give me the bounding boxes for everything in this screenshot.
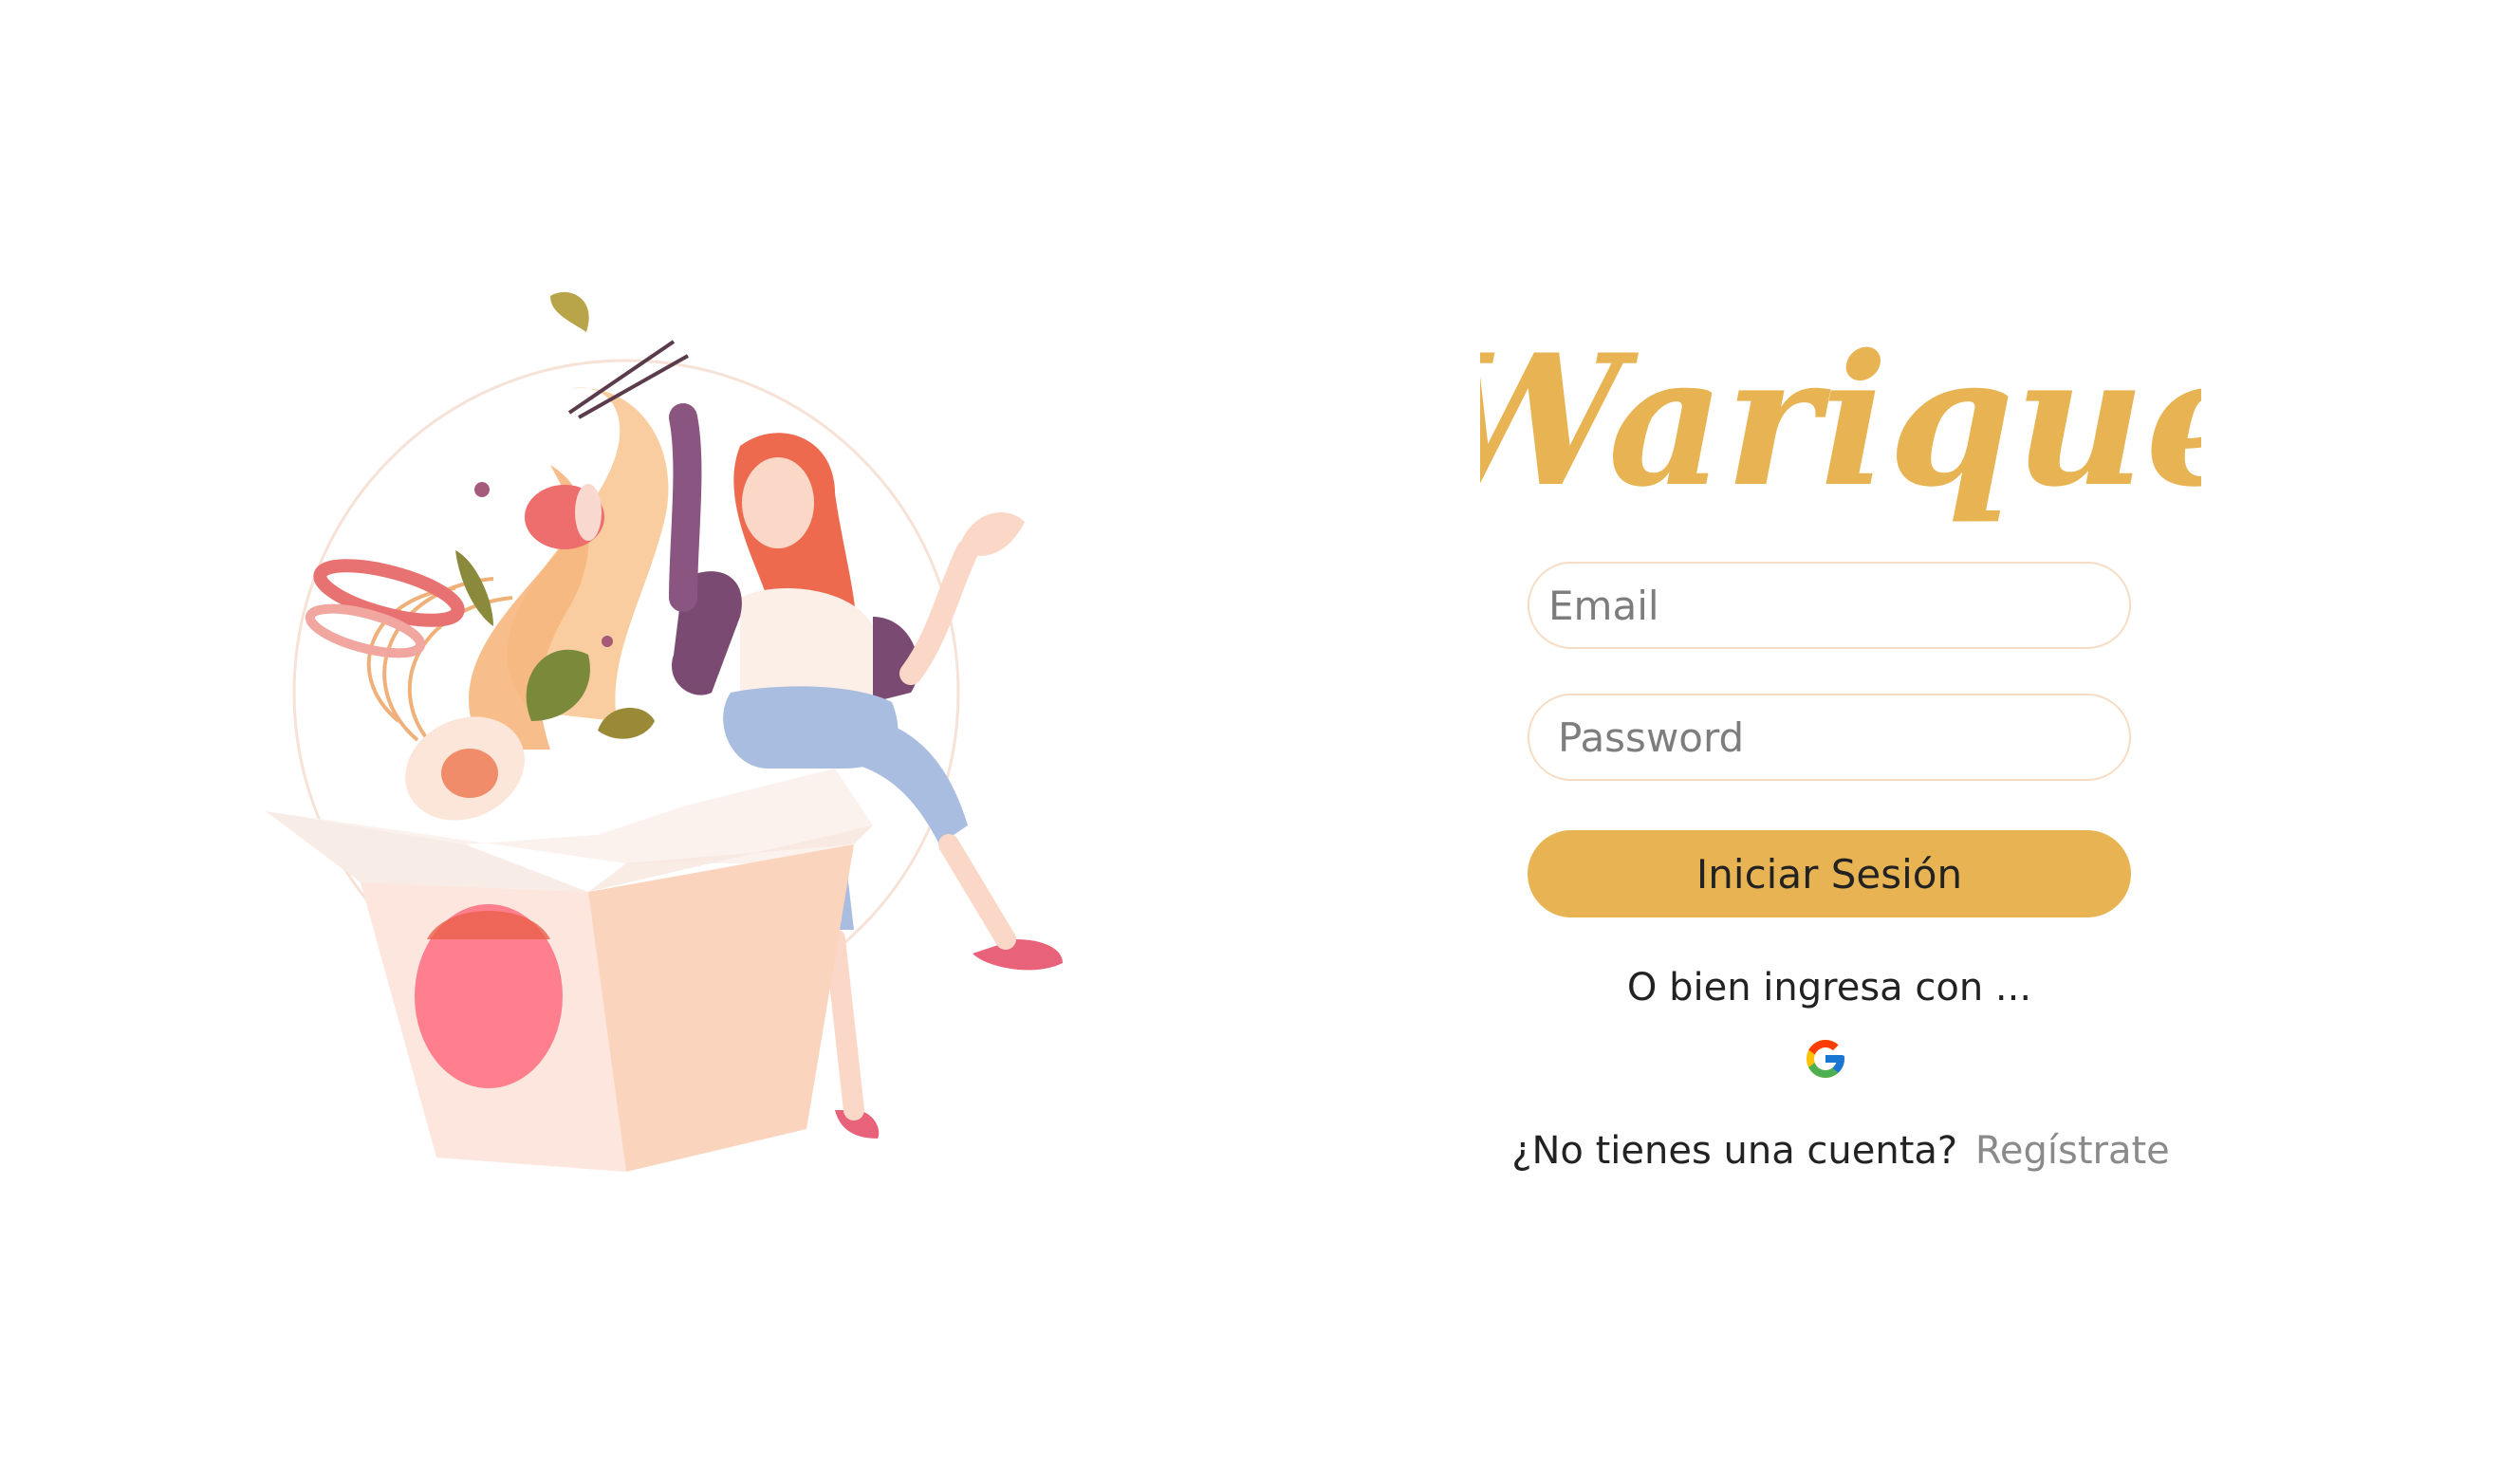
alt-login-text: O bien ingresa con ... <box>1626 966 2032 1010</box>
brand-logo-text: Warique <box>1480 315 2201 527</box>
password-input[interactable] <box>1556 713 2112 762</box>
signup-prompt: ¿No tienes una cuenta? <box>1511 1129 1958 1173</box>
brand-logo: Warique <box>1480 313 2201 550</box>
hero-illustration <box>152 275 1158 1186</box>
login-button[interactable]: Iniciar Sesión <box>1528 830 2131 917</box>
google-login-button[interactable] <box>1803 1036 1848 1082</box>
login-panel: Warique Iniciar Sesión O bien ingresa co… <box>1480 313 2201 1214</box>
email-field[interactable] <box>1528 562 2131 649</box>
signup-row: ¿No tienes una cuenta? Regístrate <box>1480 1129 2201 1173</box>
email-input[interactable] <box>1547 581 2112 630</box>
login-page: Warique Iniciar Sesión O bien ingresa co… <box>0 0 2520 1482</box>
signup-link[interactable]: Regístrate <box>1975 1129 2170 1173</box>
google-icon <box>1807 1040 1844 1078</box>
woman-noodle-box-illustration <box>266 291 1063 1172</box>
password-field[interactable] <box>1528 694 2131 781</box>
